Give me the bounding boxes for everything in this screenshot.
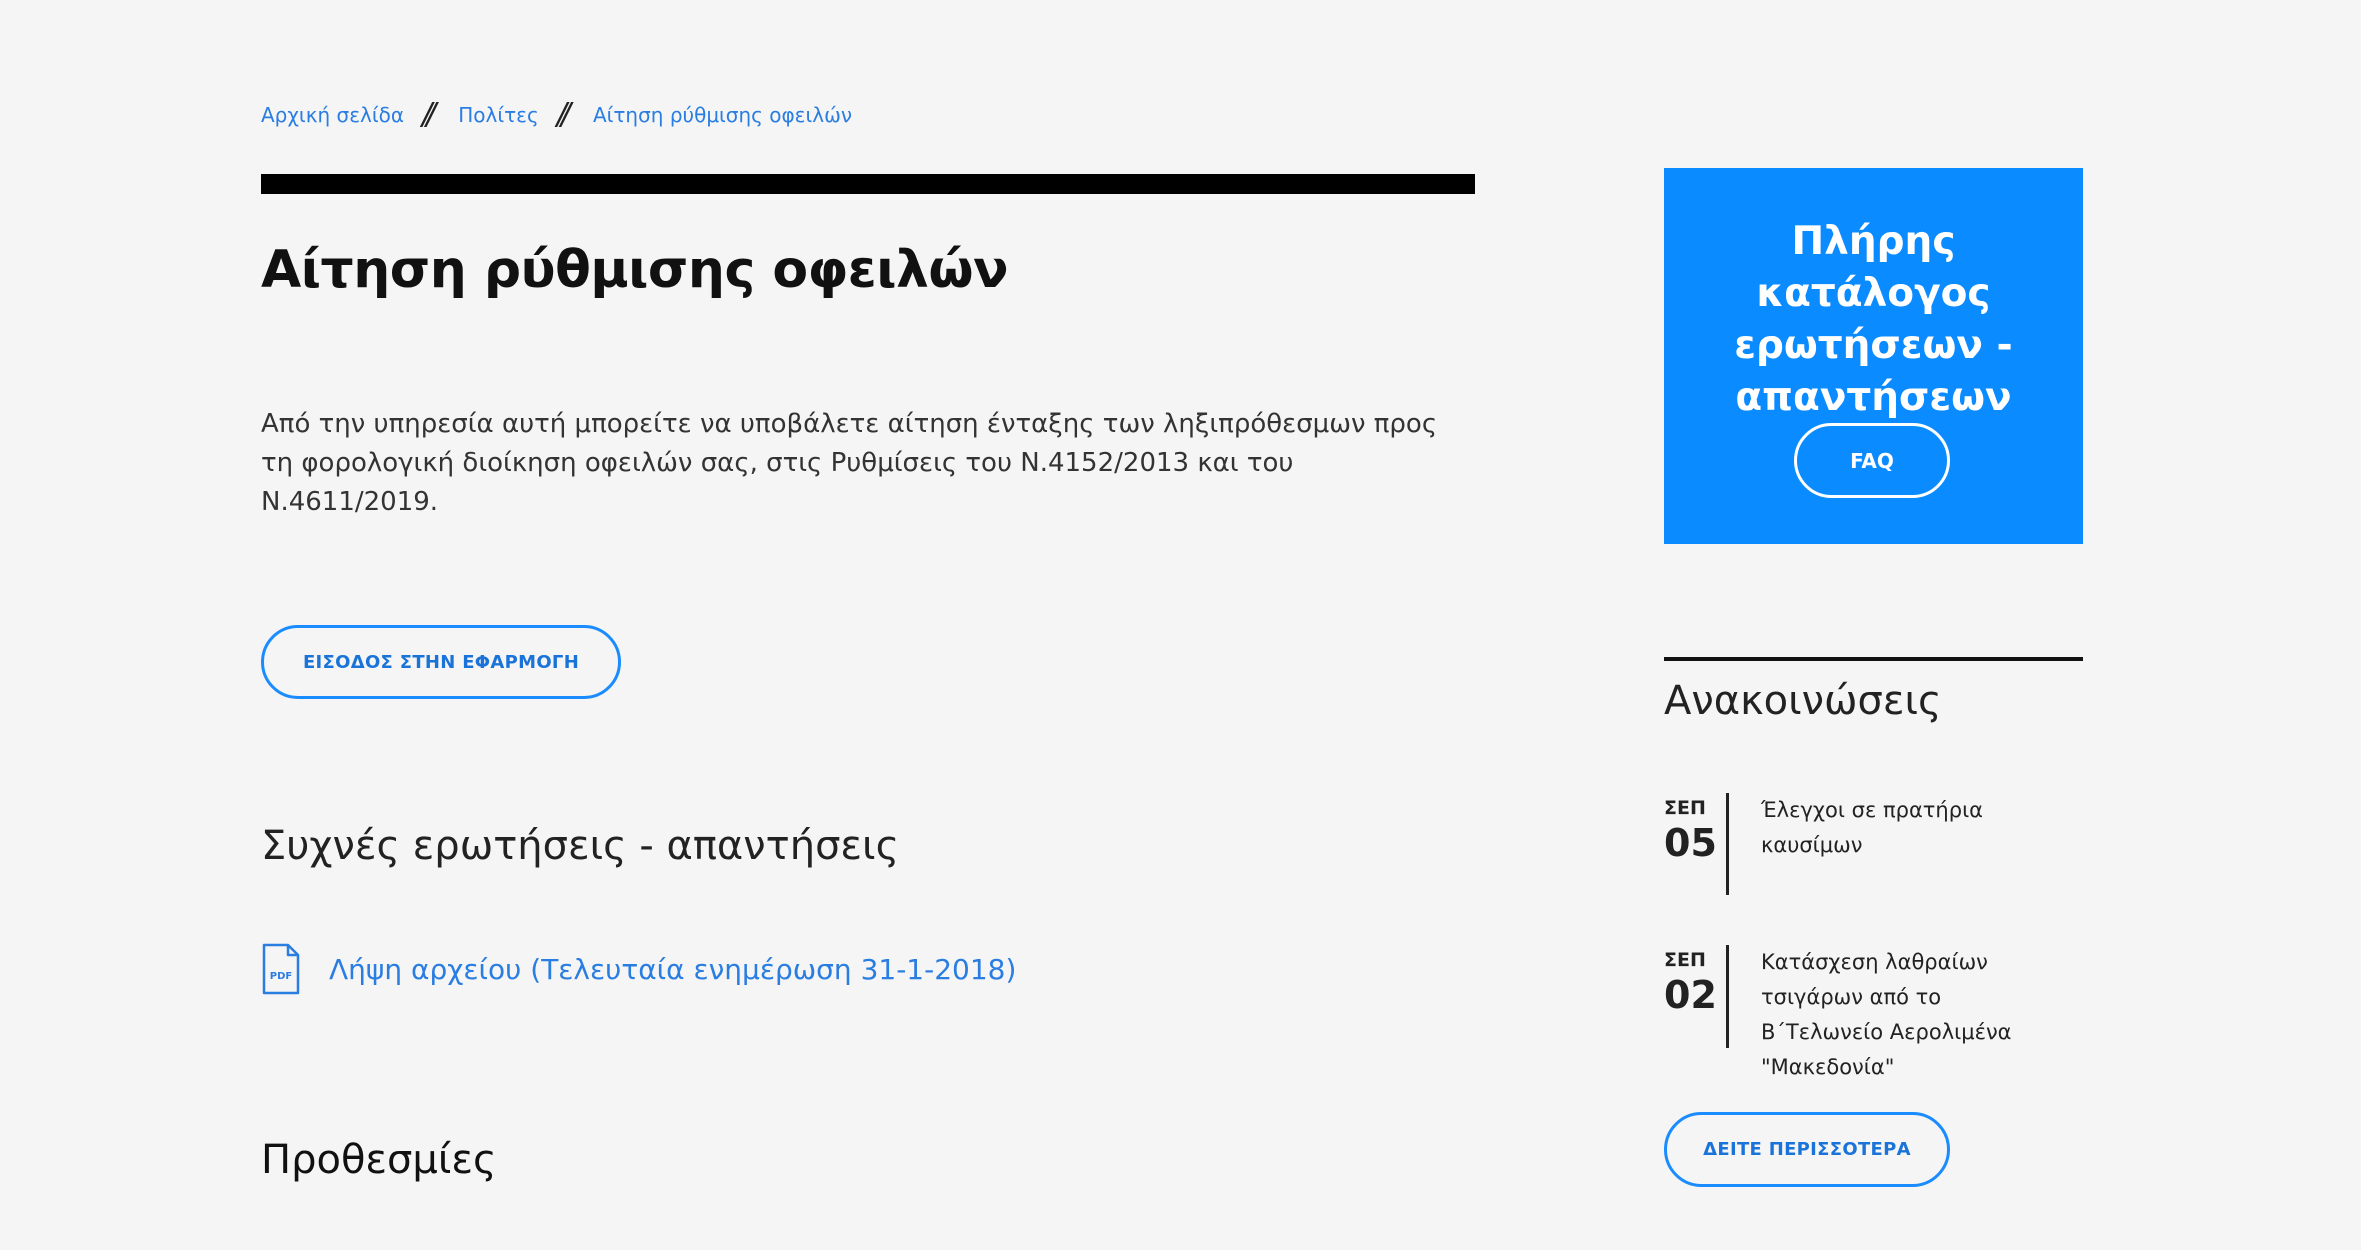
breadcrumb-current[interactable]: Αίτηση ρύθμισης οφειλών (593, 103, 852, 127)
page-title: Αίτηση ρύθμισης οφειλών (261, 240, 1009, 300)
announcement-date: ΣΕΠ 02 (1664, 945, 1729, 1048)
announcements-heading: Ανακοινώσεις (1664, 678, 1942, 724)
announcement-item[interactable]: ΣΕΠ 02 Κατάσχεση λαθραίων τσιγάρων από τ… (1664, 945, 2083, 1079)
file-link-text: Λήψη αρχείου (Τελευταία ενημέρωση 31-1-2… (329, 952, 1017, 986)
announcement-month: ΣΕΠ (1664, 797, 1706, 819)
breadcrumb-home[interactable]: Αρχική σελίδα (261, 103, 404, 127)
deadlines-section-heading: Προθεσμίες (261, 1137, 497, 1183)
announcement-text: Κατάσχεση λαθραίων τσιγάρων από το Β΄Τελ… (1761, 950, 2012, 1079)
pdf-icon: PDF (262, 943, 300, 995)
announcement-day: 05 (1664, 821, 1717, 865)
page: Αρχική σελίδα // Πολίτες // Αίτηση ρύθμι… (0, 0, 2361, 1250)
pdf-icon-label: PDF (270, 971, 292, 982)
announcement-day: 02 (1664, 973, 1717, 1017)
file-download-link[interactable]: PDF Λήψη αρχείου (Τελευταία ενημέρωση 31… (261, 943, 1016, 995)
faq-section-heading: Συχνές ερωτήσεις - απαντήσεις (261, 823, 900, 869)
announcement-date: ΣΕΠ 05 (1664, 793, 1729, 895)
title-divider (261, 174, 1475, 194)
breadcrumb-separator: // (556, 97, 571, 132)
breadcrumb: Αρχική σελίδα // Πολίτες // Αίτηση ρύθμι… (261, 100, 852, 130)
breadcrumb-separator: // (422, 97, 436, 132)
announcements-divider (1664, 657, 2083, 661)
announcement-text: Έλεγχοι σε πρατήρια καυσίμων (1761, 798, 1984, 857)
intro-text: Από την υπηρεσία αυτή μπορείτε να υποβάλ… (261, 409, 1438, 517)
faq-button[interactable]: FAQ (1794, 423, 1950, 498)
breadcrumb-citizens[interactable]: Πολίτες (458, 103, 538, 127)
announcement-item[interactable]: ΣΕΠ 05 Έλεγχοι σε πρατήρια καυσίμων (1664, 793, 2083, 895)
announcement-month: ΣΕΠ (1664, 949, 1706, 971)
see-more-button[interactable]: ΔΕΙΤΕ ΠΕΡΙΣΣΟΤΕΡΑ (1664, 1112, 1950, 1187)
enter-application-button[interactable]: ΕΙΣΟΔΟΣ ΣΤΗΝ ΕΦΑΡΜΟΓΗ (261, 625, 621, 699)
faq-box-title: Πλήρης κατάλογος ερωτήσεων - απαντήσεων (1734, 219, 2013, 420)
faq-catalog-box: Πλήρης κατάλογος ερωτήσεων - απαντήσεων … (1664, 168, 2083, 544)
